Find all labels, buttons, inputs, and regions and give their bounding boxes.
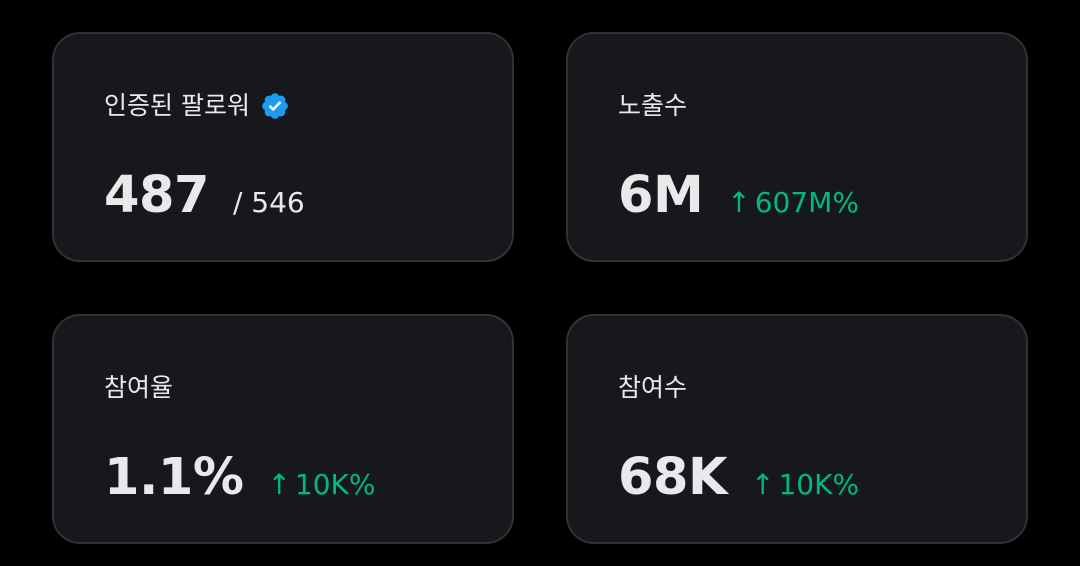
engagement-rate-label: 참여율 bbox=[104, 373, 174, 402]
engagements-change-value: 10K% bbox=[778, 468, 860, 501]
verified-followers-label-row: 인증된 팔로워 bbox=[104, 86, 290, 126]
impressions-card[interactable]: 노출수 6M ↑ 607M% bbox=[566, 32, 1028, 262]
engagements-label-row: 참여수 bbox=[618, 368, 687, 408]
engagement-rate-change-value: 10K% bbox=[294, 468, 376, 501]
impressions-value-row: 6M ↑ 607M% bbox=[618, 164, 859, 228]
engagements-change: ↑ 10K% bbox=[751, 468, 859, 501]
engagement-rate-label-row: 참여율 bbox=[104, 368, 173, 408]
arrow-up-icon: ↑ bbox=[727, 186, 751, 219]
engagements-value: 68K bbox=[618, 448, 728, 507]
verified-followers-label: 인증된 팔로워 bbox=[104, 91, 250, 120]
engagements-value-row: 68K ↑ 10K% bbox=[618, 446, 859, 510]
arrow-up-icon: ↑ bbox=[751, 468, 775, 501]
impressions-label: 노출수 bbox=[618, 91, 688, 120]
verified-followers-value-row: 487 / 546 bbox=[104, 164, 305, 228]
impressions-change: ↑ 607M% bbox=[727, 186, 859, 219]
impressions-label-row: 노출수 bbox=[618, 86, 687, 126]
verified-badge-icon bbox=[260, 91, 290, 121]
engagements-card[interactable]: 참여수 68K ↑ 10K% bbox=[566, 314, 1028, 544]
engagements-label: 참여수 bbox=[618, 373, 688, 402]
engagement-rate-card[interactable]: 참여율 1.1% ↑ 10K% bbox=[52, 314, 514, 544]
engagement-rate-value: 1.1% bbox=[104, 448, 244, 507]
impressions-change-value: 607M% bbox=[754, 186, 859, 219]
impressions-value: 6M bbox=[618, 166, 704, 225]
engagement-rate-value-row: 1.1% ↑ 10K% bbox=[104, 446, 376, 510]
verified-followers-card[interactable]: 인증된 팔로워 487 / 546 bbox=[52, 32, 514, 262]
verified-followers-value: 487 bbox=[104, 166, 209, 225]
verified-followers-total: / 546 bbox=[232, 186, 305, 219]
arrow-up-icon: ↑ bbox=[267, 468, 291, 501]
engagement-rate-change: ↑ 10K% bbox=[267, 468, 375, 501]
